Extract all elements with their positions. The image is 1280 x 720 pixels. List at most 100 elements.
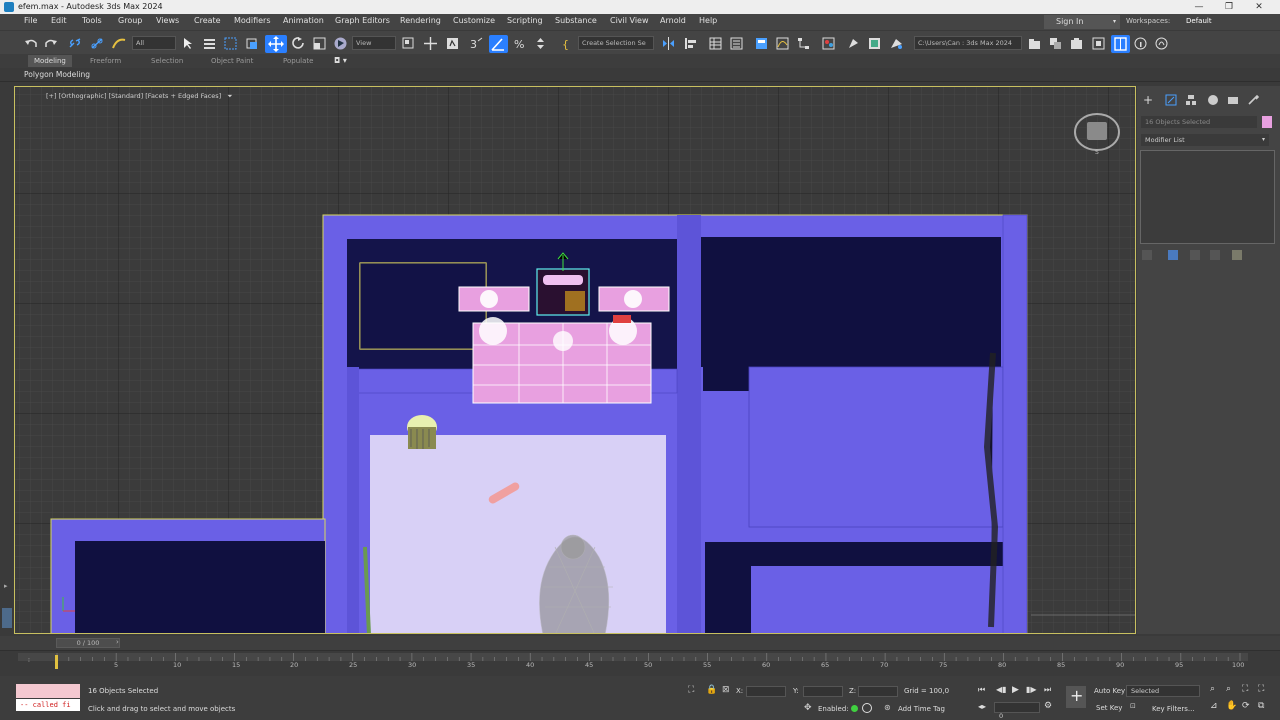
maximize-button[interactable]: ❐	[1214, 0, 1244, 14]
named-selection-sets-dropdown[interactable]: Create Selection Se	[578, 36, 654, 50]
undo-icon[interactable]	[24, 37, 38, 50]
zoom-extents-all-icon[interactable]: ⛶	[1258, 684, 1264, 694]
project-folder-dropdown[interactable]: C:\Users\Can : 3ds Max 2024	[914, 36, 1022, 50]
tab-modeling[interactable]: Modeling	[28, 55, 72, 67]
redo-icon[interactable]	[44, 37, 58, 50]
menu-animation[interactable]: Animation	[283, 16, 324, 25]
x-coordinate-field[interactable]	[746, 686, 786, 697]
key-mode-dropdown[interactable]: Selected	[1126, 685, 1200, 697]
rotate-icon[interactable]	[292, 37, 305, 50]
ribbon-options-icon[interactable]: ◘ ▾	[334, 56, 347, 65]
minimize-button[interactable]: —	[1184, 0, 1214, 14]
time-slider-handle[interactable]: 0 / 100	[56, 638, 120, 648]
create-tab-icon[interactable]: +	[1143, 94, 1153, 106]
link-icon[interactable]	[68, 37, 82, 50]
percent-snap-icon[interactable]: %	[514, 37, 527, 50]
current-frame-field[interactable]: 0	[994, 702, 1040, 720]
pin-stack-icon[interactable]	[1142, 250, 1152, 260]
viewport-filter-icon[interactable]: ⏷	[227, 92, 232, 100]
menu-group[interactable]: Group	[118, 16, 142, 25]
orbit-icon[interactable]: ⟳	[1242, 701, 1250, 711]
menu-tools[interactable]: Tools	[82, 16, 102, 25]
rectangular-selection-icon[interactable]	[224, 37, 237, 50]
enabled-indicator[interactable]	[851, 705, 858, 712]
select-object-icon[interactable]	[182, 37, 195, 50]
menu-views[interactable]: Views	[156, 16, 179, 25]
menu-graph-editors[interactable]: Graph Editors	[335, 16, 390, 25]
display-tab-icon[interactable]	[1227, 94, 1239, 106]
scene-explorer-icon[interactable]	[709, 37, 722, 50]
keyboard-shortcut-override-icon[interactable]	[446, 37, 459, 50]
make-unique-icon[interactable]	[1190, 250, 1200, 260]
key-mode-icon[interactable]: ◂▸	[978, 702, 986, 711]
align-icon[interactable]	[684, 37, 697, 50]
set-key-large-button[interactable]: +	[1066, 686, 1086, 708]
absolute-mode-icon[interactable]: ⊠	[722, 685, 730, 695]
utilities-tab-icon[interactable]	[1247, 94, 1259, 106]
tab-populate[interactable]: Populate	[277, 55, 319, 67]
zoom-extents-icon[interactable]: ⛶	[1242, 684, 1248, 694]
y-coordinate-field[interactable]	[803, 686, 843, 697]
adaptive-degradation-icon[interactable]: ✥	[804, 703, 812, 713]
time-tag-icon[interactable]: ⊛	[884, 703, 891, 712]
modifier-stack[interactable]	[1140, 150, 1275, 244]
spinner-snap-icon[interactable]	[534, 37, 547, 50]
menu-scripting[interactable]: Scripting	[507, 16, 543, 25]
pan-view-icon[interactable]: ✋	[1226, 701, 1237, 711]
previous-frame-icon[interactable]: ◀▮	[996, 685, 1007, 694]
mirror-icon[interactable]	[662, 37, 675, 50]
toggle-ribbon-icon[interactable]	[755, 37, 768, 50]
close-button[interactable]: ✕	[1244, 0, 1274, 14]
set-project-folder-icon[interactable]	[1028, 37, 1041, 50]
window-crossing-icon[interactable]	[245, 37, 258, 50]
key-filter-icon[interactable]: ⊡	[1130, 702, 1136, 710]
object-color-swatch[interactable]	[1262, 116, 1272, 128]
selection-filter-dropdown[interactable]: All	[132, 36, 176, 50]
place-icon[interactable]	[333, 36, 348, 51]
enabled-toggle[interactable]	[862, 703, 872, 713]
workspace-dropdown[interactable]: Default	[1186, 17, 1212, 25]
field-of-view-icon[interactable]: ⊿	[1210, 701, 1218, 711]
curve-editor-icon[interactable]	[776, 37, 789, 50]
go-to-start-icon[interactable]: ⏮	[978, 685, 985, 695]
menu-file[interactable]: File	[24, 16, 37, 25]
configure-modifier-sets-icon[interactable]	[1232, 250, 1242, 260]
select-by-name-icon[interactable]	[203, 37, 216, 50]
viewport-scene[interactable]	[15, 87, 1136, 634]
z-coordinate-field[interactable]	[858, 686, 898, 697]
key-filters-button[interactable]: Key Filters...	[1152, 705, 1195, 713]
scale-icon[interactable]	[313, 37, 326, 50]
play-icon[interactable]: ▶	[1012, 685, 1019, 695]
menu-substance[interactable]: Substance	[555, 16, 597, 25]
object-name-field[interactable]: 16 Objects Selected	[1141, 116, 1257, 128]
time-configuration-icon[interactable]: ⚙	[1044, 701, 1052, 711]
viewport-layout-button[interactable]	[1111, 35, 1130, 53]
material-editor-icon[interactable]	[822, 37, 835, 50]
expand-arrow-icon[interactable]: ▸	[4, 582, 8, 590]
track-bar-menu-icon[interactable]: ⁝	[28, 657, 30, 664]
maxscript-listener-input[interactable]	[16, 684, 80, 698]
edit-named-selection-icon[interactable]: {	[562, 37, 575, 50]
reference-coordinate-dropdown[interactable]: View	[352, 36, 396, 50]
track-bar[interactable]: ⁝ 5 10 15 20 25 30 35 40 45 50 55 60 65 …	[0, 650, 1280, 676]
unlink-icon[interactable]	[90, 37, 104, 50]
tab-freeform[interactable]: Freeform	[84, 55, 127, 67]
container-icon[interactable]	[1070, 37, 1083, 50]
schematic-view-icon[interactable]	[797, 37, 810, 50]
tab-object-paint[interactable]: Object Paint	[205, 55, 259, 67]
menu-arnold[interactable]: Arnold	[660, 16, 686, 25]
tab-selection[interactable]: Selection	[145, 55, 189, 67]
menu-create[interactable]: Create	[194, 16, 221, 25]
next-frame-icon[interactable]: ▮▶	[1026, 685, 1037, 694]
hierarchy-tab-icon[interactable]	[1185, 94, 1197, 106]
select-and-move-button[interactable]	[265, 35, 287, 53]
info-icon[interactable]	[1134, 37, 1147, 50]
go-to-end-icon[interactable]: ⏭	[1044, 685, 1051, 695]
motion-tab-icon[interactable]	[1207, 94, 1219, 106]
auto-key-button[interactable]: Auto Key	[1094, 687, 1125, 695]
next-frame-arrow-icon[interactable]: ›	[116, 638, 119, 646]
viewport-label[interactable]: [+] [Orthographic] [Standard] [Facets + …	[46, 92, 232, 101]
zoom-icon[interactable]: ⌕	[1210, 684, 1215, 694]
add-time-tag[interactable]: Add Time Tag	[898, 705, 945, 713]
select-manipulate-icon[interactable]	[424, 37, 437, 50]
